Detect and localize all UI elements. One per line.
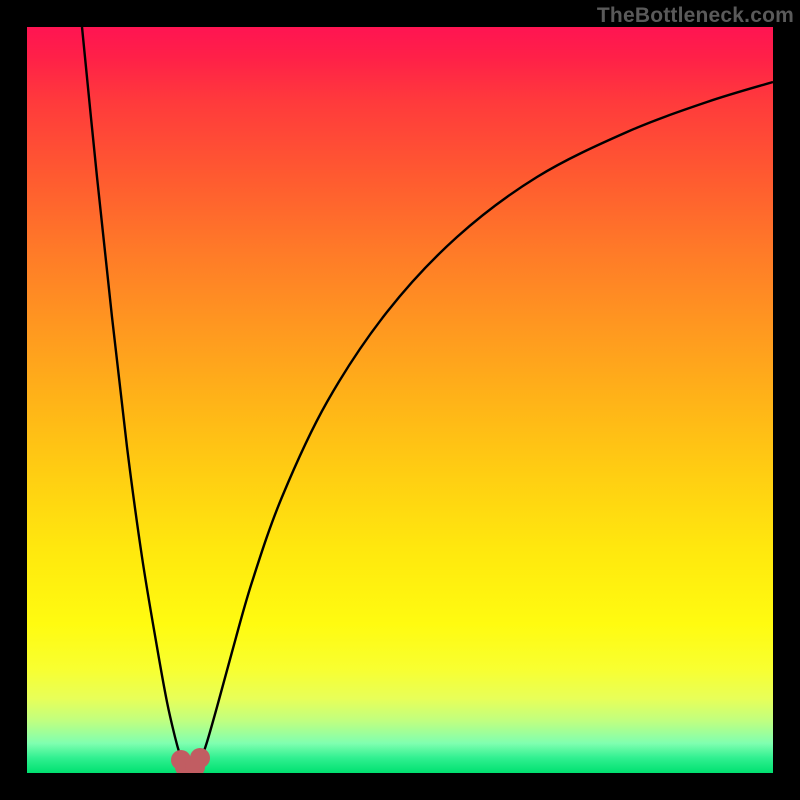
curve-path xyxy=(82,27,773,767)
valley-marker xyxy=(190,748,210,768)
watermark-text: TheBottleneck.com xyxy=(597,4,794,28)
bottleneck-curve xyxy=(27,27,773,773)
chart-frame: TheBottleneck.com xyxy=(0,0,800,800)
plot-area xyxy=(27,27,773,773)
